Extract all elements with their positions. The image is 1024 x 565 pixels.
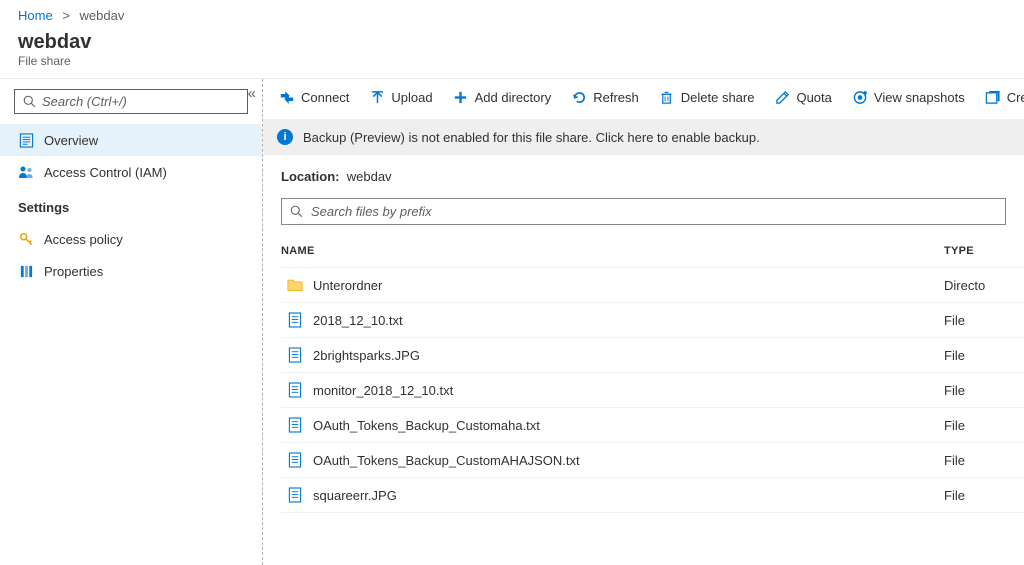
file-type: File [944, 383, 1024, 398]
add-directory-button[interactable]: Add directory [453, 89, 552, 105]
file-type: File [944, 418, 1024, 433]
sidebar-item-label: Access Control (IAM) [44, 165, 167, 180]
sidebar-item-label: Overview [44, 133, 98, 148]
page-title: webdav [18, 31, 1006, 54]
file-type: File [944, 453, 1024, 468]
file-table: NAME TYPE Unterordner Directo 2018_12_10.t… [281, 235, 1024, 513]
breadcrumb: Home > webdav [0, 0, 1024, 27]
file-name: 2brightsparks.JPG [313, 348, 420, 363]
file-name: monitor_2018_12_10.txt [313, 383, 453, 398]
info-bar[interactable]: i Backup (Preview) is not enabled for th… [263, 119, 1024, 155]
page-header: webdav File share [0, 27, 1024, 79]
breadcrumb-home-link[interactable]: Home [18, 8, 53, 23]
file-name: squareerr.JPG [313, 488, 397, 503]
location-label: Location: [281, 169, 340, 184]
sidebar-item-overview[interactable]: Overview [0, 124, 262, 156]
trash-icon [659, 89, 675, 105]
sidebar-item-iam[interactable]: Access Control (IAM) [0, 156, 262, 188]
breadcrumb-separator: > [62, 8, 70, 23]
toolbar-label: Upload [391, 90, 432, 105]
file-search[interactable] [281, 198, 1006, 225]
table-header: NAME TYPE [281, 235, 1024, 268]
file-name: OAuth_Tokens_Backup_Customaha.txt [313, 418, 540, 433]
sidebar-search-input[interactable] [42, 94, 239, 109]
key-icon [18, 231, 34, 247]
upload-button[interactable]: Upload [369, 89, 432, 105]
sidebar-item-access-policy[interactable]: Access policy [0, 223, 262, 255]
refresh-icon [571, 89, 587, 105]
info-icon: i [277, 129, 293, 145]
file-name: 2018_12_10.txt [313, 313, 403, 328]
table-row[interactable]: OAuth_Tokens_Backup_CustomAHAJSON.txt Fil… [281, 443, 1024, 478]
toolbar-label: Refresh [593, 90, 639, 105]
page-subtitle: File share [18, 54, 1006, 68]
file-type: File [944, 313, 1024, 328]
file-icon [287, 452, 303, 468]
toolbar: Connect Upload Add directory Refresh [263, 79, 1024, 119]
sidebar-item-label: Properties [44, 264, 103, 279]
sidebar: « Overview Access Control (IAM) Settings [0, 79, 263, 565]
iam-icon [18, 164, 34, 180]
column-type-header[interactable]: TYPE [944, 245, 1024, 257]
connect-button[interactable]: Connect [279, 89, 349, 105]
upload-icon [369, 89, 385, 105]
toolbar-label: View snapshots [874, 90, 965, 105]
info-message: Backup (Preview) is not enabled for this… [303, 130, 760, 145]
main-content: Connect Upload Add directory Refresh [263, 79, 1024, 565]
sidebar-section-settings: Settings [0, 188, 262, 223]
table-row[interactable]: 2brightsparks.JPG File [281, 338, 1024, 373]
table-row[interactable]: monitor_2018_12_10.txt File [281, 373, 1024, 408]
toolbar-label: Add directory [475, 90, 552, 105]
create-button[interactable]: Crea [985, 89, 1024, 105]
file-type: File [944, 348, 1024, 363]
sidebar-item-properties[interactable]: Properties [0, 255, 262, 287]
toolbar-label: Crea [1007, 90, 1024, 105]
properties-icon [18, 263, 34, 279]
file-search-input[interactable] [311, 204, 997, 219]
search-icon [290, 205, 303, 218]
table-row[interactable]: OAuth_Tokens_Backup_Customaha.txt File [281, 408, 1024, 443]
location-bar: Location: webdav [263, 169, 1024, 198]
sidebar-collapse-button[interactable]: « [248, 85, 256, 102]
refresh-button[interactable]: Refresh [571, 89, 639, 105]
file-type: File [944, 488, 1024, 503]
breadcrumb-current: webdav [80, 8, 125, 23]
toolbar-label: Quota [796, 90, 831, 105]
snapshot-icon [852, 89, 868, 105]
view-snapshots-button[interactable]: View snapshots [852, 89, 965, 105]
toolbar-label: Connect [301, 90, 349, 105]
file-icon [287, 347, 303, 363]
location-value: webdav [347, 169, 392, 184]
table-row[interactable]: squareerr.JPG File [281, 478, 1024, 513]
file-icon [287, 312, 303, 328]
connect-icon [279, 89, 295, 105]
toolbar-label: Delete share [681, 90, 755, 105]
create-icon [985, 89, 1001, 105]
overview-icon [18, 132, 34, 148]
file-icon [287, 487, 303, 503]
plus-icon [453, 89, 469, 105]
table-row[interactable]: Unterordner Directo [281, 268, 1024, 303]
file-name: OAuth_Tokens_Backup_CustomAHAJSON.txt [313, 453, 580, 468]
file-icon [287, 382, 303, 398]
quota-button[interactable]: Quota [774, 89, 831, 105]
file-icon [287, 417, 303, 433]
sidebar-search[interactable] [14, 89, 248, 114]
table-row[interactable]: 2018_12_10.txt File [281, 303, 1024, 338]
delete-share-button[interactable]: Delete share [659, 89, 755, 105]
column-name-header[interactable]: NAME [281, 245, 944, 257]
sidebar-item-label: Access policy [44, 232, 123, 247]
file-name: Unterordner [313, 278, 382, 293]
search-icon [23, 95, 36, 108]
folder-icon [287, 277, 303, 293]
file-type: Directo [944, 278, 1024, 293]
pencil-icon [774, 89, 790, 105]
